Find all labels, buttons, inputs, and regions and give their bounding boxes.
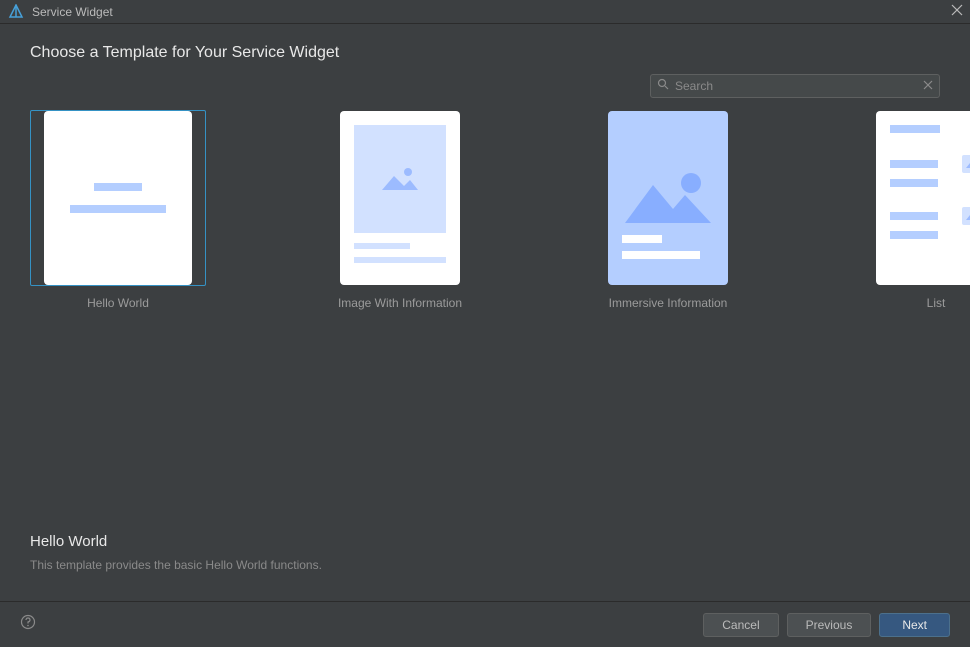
template-card-image-info[interactable]: [326, 110, 474, 286]
image-placeholder: [354, 125, 446, 233]
help-icon[interactable]: [20, 614, 36, 635]
template-label: Hello World: [87, 296, 149, 310]
template-preview: [340, 111, 460, 285]
placeholder-line: [622, 235, 662, 243]
placeholder-line: [354, 257, 446, 263]
footer: Cancel Previous Next: [0, 601, 970, 647]
list-row: [890, 155, 970, 173]
previous-button[interactable]: Previous: [787, 613, 872, 637]
app-icon: [8, 4, 24, 20]
template-preview: [44, 111, 192, 285]
list-row: [890, 207, 970, 225]
template-card-hello-world[interactable]: [30, 110, 206, 286]
description-text: This template provides the basic Hello W…: [30, 558, 322, 572]
placeholder-line: [94, 183, 142, 191]
template-preview: [608, 111, 728, 285]
page-heading: Choose a Template for Your Service Widge…: [30, 44, 940, 62]
search-row: [30, 74, 940, 98]
template-immersive: Immersive Information: [594, 110, 742, 310]
thumb-icon: [962, 155, 970, 173]
search-icon: [657, 77, 669, 95]
list-row: [890, 179, 970, 187]
placeholder-line: [890, 160, 938, 168]
content-area: Choose a Template for Your Service Widge…: [0, 24, 970, 310]
template-card-list[interactable]: [862, 110, 970, 286]
template-list: List: [862, 110, 970, 310]
clear-icon[interactable]: [923, 77, 933, 95]
titlebar: Service Widget: [0, 0, 970, 24]
window-title: Service Widget: [32, 5, 113, 19]
template-label: Image With Information: [338, 296, 462, 310]
placeholder-line: [622, 251, 700, 259]
placeholder-line: [890, 179, 938, 187]
search-input[interactable]: [675, 79, 917, 93]
placeholder-line: [70, 205, 166, 213]
template-preview: [876, 111, 970, 285]
placeholder-line: [890, 212, 938, 220]
list-row: [890, 231, 970, 239]
template-label: Immersive Information: [609, 296, 728, 310]
placeholder-line: [890, 231, 938, 239]
template-label: List: [927, 296, 946, 310]
placeholder-line: [354, 243, 410, 249]
thumb-icon: [962, 207, 970, 225]
templates-grid: Hello World Image With Information: [30, 110, 940, 310]
placeholder-line: [890, 125, 940, 133]
description-title: Hello World: [30, 533, 322, 550]
description-panel: Hello World This template provides the b…: [30, 533, 322, 572]
close-icon[interactable]: [950, 3, 964, 22]
template-hello-world: Hello World: [30, 110, 206, 310]
cancel-button[interactable]: Cancel: [703, 613, 778, 637]
template-card-immersive[interactable]: [594, 110, 742, 286]
template-image-info: Image With Information: [326, 110, 474, 310]
next-button[interactable]: Next: [879, 613, 950, 637]
footer-buttons: Cancel Previous Next: [703, 613, 950, 637]
search-box[interactable]: [650, 74, 940, 98]
image-placeholder: [622, 125, 714, 225]
